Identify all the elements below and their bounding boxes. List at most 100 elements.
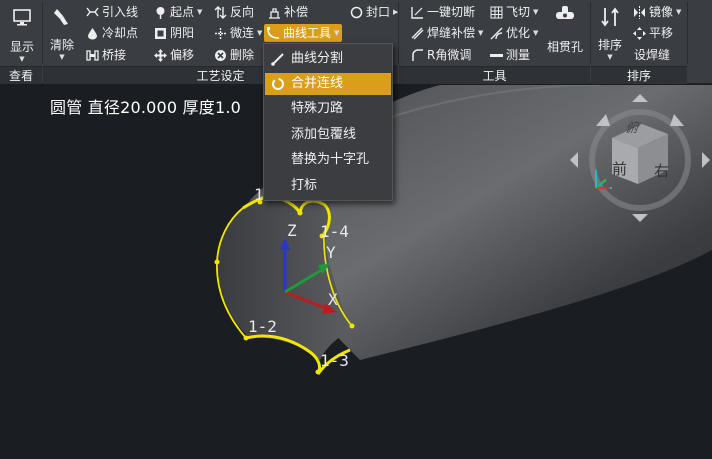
cut-icon [411,6,424,19]
chevron-down-icon: ▼ [676,8,682,16]
chevron-down-icon: ▼ [334,29,340,37]
optimize-icon [490,27,503,40]
micro-link-button[interactable]: 微连 ▼ [214,24,262,42]
yin-yang-label: 阴阳 [170,26,195,40]
micro-link-icon [214,27,227,40]
chevron-down-icon: ▼ [607,53,613,61]
pin-icon [154,6,167,19]
curve-tools-button[interactable]: 曲线工具 ▼ [264,24,343,42]
delete-label: 删除 [230,48,255,62]
split-icon [271,52,285,66]
menu-item-add-wrap-line[interactable]: 添加包覆线 [265,124,391,146]
reverse-label: 反向 [230,5,255,19]
micro-link-label: 微连 [230,26,255,40]
fly-cut-button[interactable]: 飞切 ▼ [490,3,538,21]
group-divider [590,2,591,64]
translate-icon [633,26,646,40]
compensate-label: 补偿 [284,5,309,19]
point-label: 1-4 [320,222,349,241]
curve-tools-highlight: 曲线工具 ▼ [264,24,343,42]
chevron-down-icon: ▼ [197,8,203,16]
lead-line-button[interactable]: 引入线 [86,3,138,21]
seal-button[interactable]: 封口 ▶ [350,3,398,21]
offset-button[interactable]: 偏移 [154,46,194,64]
yin-yang-button[interactable]: 阴阳 [154,24,194,42]
start-point-button[interactable]: 起点 ▼ [154,3,202,21]
mirror-label: 镜像 [649,5,674,19]
clear-button[interactable]: 清除 ▼ [46,6,78,61]
seal-label: 封口 [366,5,391,19]
offset-label: 偏移 [170,48,195,62]
menu-item-label: 替换为十字孔 [291,152,370,167]
one-click-cut-label: 一键切断 [427,5,476,19]
clear-label: 清除 [49,38,74,52]
delete-button[interactable]: 删除 [214,46,254,64]
droplet-icon [86,27,99,40]
view-cube-front-face[interactable]: 前 [612,158,627,179]
start-point-label: 起点 [170,5,195,19]
fly-cut-label: 飞切 [506,5,531,19]
axis-label-y: Y [326,243,336,262]
r-angle-tune-button[interactable]: R角微调 [411,46,471,64]
chevron-down-icon: ▼ [478,29,484,37]
weld-compensate-label: 焊缝补偿 [427,26,476,40]
compensate-button[interactable]: 补偿 [268,3,308,21]
intersect-hole-button[interactable]: 相贯孔 [545,4,585,55]
mirror-button[interactable]: 镜像 ▼ [633,3,681,21]
merge-icon [271,77,285,91]
one-click-cut-button[interactable]: 一键切断 [411,3,475,21]
translate-label: 平移 [649,26,674,40]
menu-item-curve-split[interactable]: 曲线分割 [265,48,391,70]
move-icon [154,48,167,62]
broom-icon [51,6,73,28]
curve-tools-label: 曲线工具 [283,26,332,40]
square-icon [154,27,167,40]
r-angle-tune-label: R角微调 [427,48,472,62]
menu-item-label: 添加包覆线 [291,127,357,142]
pipe-hole-icon [554,4,576,26]
sort-group-label: 排序 [591,66,687,84]
translate-button[interactable]: 平移 [633,24,673,42]
cooling-point-button[interactable]: 冷却点 [86,24,138,42]
group-divider [398,2,399,64]
pipe-info-main: 圆管 直径20.000 厚度1.0 [50,98,242,117]
arc-icon [411,48,424,62]
menu-item-label: 打标 [291,178,318,193]
weld-icon [411,27,424,40]
point-label: 1-3 [320,351,349,370]
show-label: 显示 [9,40,34,54]
set-weld-button[interactable]: 设焊缝 [634,46,670,64]
sort-button[interactable]: 排序 ▼ [595,6,625,61]
set-weld-label: 设焊缝 [634,48,671,62]
tools-group-label: 工具 [399,66,590,84]
sort-label: 排序 [597,38,622,52]
weld-compensate-button[interactable]: 焊缝补偿 ▼ [411,24,483,42]
mirror-icon [633,5,646,19]
chevron-down-icon: ▼ [257,29,263,37]
menu-item-merge-lines[interactable]: 合并连线 [265,73,391,95]
bridge-icon [86,49,99,62]
chevron-down-icon: ▼ [19,55,25,63]
monitor-icon [11,6,33,28]
menu-item-replace-cross-hole[interactable]: 替换为十字孔 [265,149,391,171]
menu-item-marking[interactable]: 打标 [265,175,391,197]
menu-item-label: 合并连线 [291,76,344,91]
reverse-button[interactable]: 反向 [214,3,254,21]
chevron-down-icon: ▼ [533,29,539,37]
optimize-button[interactable]: 优化 ▼ [490,24,538,42]
group-divider [687,2,688,64]
measure-button[interactable]: 测量 [490,46,530,64]
view-cube-right-face[interactable]: 右 [654,160,669,181]
show-button[interactable]: 显示 ▼ [6,6,38,63]
measure-label: 测量 [506,48,531,62]
chevron-down-icon: ▼ [533,8,539,16]
bridge-label: 桥接 [102,48,127,62]
chevron-down-icon: ▼ [59,53,65,61]
delete-icon [214,49,227,62]
lead-line-label: 引入线 [102,5,139,19]
bridge-button[interactable]: 桥接 [86,46,126,64]
menu-item-special-path[interactable]: 特殊刀路 [265,98,391,120]
ruler-icon [490,49,503,62]
optimize-label: 优化 [506,26,531,40]
axis-label-z: Z [287,221,297,240]
